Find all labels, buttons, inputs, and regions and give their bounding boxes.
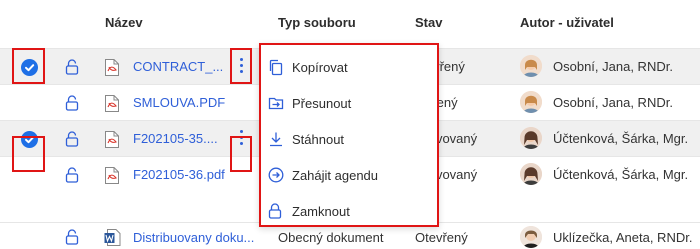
menu-item-label: Kopírovat bbox=[292, 60, 348, 75]
start-agenda-icon bbox=[268, 167, 284, 186]
file-name-link[interactable]: Distribuovany doku... bbox=[133, 230, 254, 245]
avatar bbox=[520, 91, 542, 113]
avatar bbox=[520, 163, 542, 185]
column-header-name[interactable]: Název bbox=[105, 15, 143, 30]
unlocked-icon[interactable] bbox=[65, 95, 79, 114]
highlight-box bbox=[12, 136, 45, 172]
move-icon bbox=[268, 95, 284, 114]
menu-item-label: Stáhnout bbox=[292, 132, 345, 147]
status-text: Otevřený bbox=[415, 230, 468, 245]
author-name: Účtenková, Šárka, Mgr. bbox=[553, 167, 689, 182]
word-icon bbox=[104, 228, 121, 249]
unlocked-icon[interactable] bbox=[65, 131, 79, 150]
column-header-state[interactable]: Stav bbox=[415, 15, 442, 30]
menu-item-move[interactable]: Přesunout bbox=[261, 85, 437, 121]
file-name-link[interactable]: F202105-36.pdf bbox=[133, 167, 225, 182]
author-name: Uklízečka, Aneta, RNDr. bbox=[553, 230, 693, 245]
copy-icon bbox=[268, 59, 284, 79]
menu-item-label: Přesunout bbox=[292, 96, 352, 111]
unlocked-icon[interactable] bbox=[65, 59, 79, 78]
menu-item-label: Zamknout bbox=[292, 204, 350, 219]
context-menu: Kopírovat Přesunout Stáhnout Zahájit age… bbox=[259, 43, 439, 227]
highlight-box bbox=[230, 136, 252, 172]
pdf-icon bbox=[104, 58, 120, 80]
unlocked-icon[interactable] bbox=[65, 229, 79, 248]
file-name-link[interactable]: F202105-35.... bbox=[133, 131, 218, 146]
menu-item-lock[interactable]: Zamknout bbox=[261, 193, 437, 229]
unlocked-icon[interactable] bbox=[65, 167, 79, 186]
avatar bbox=[520, 226, 542, 248]
file-name-link[interactable]: SMLOUVA.PDF bbox=[133, 95, 225, 110]
menu-item-copy[interactable]: Kopírovat bbox=[261, 49, 437, 85]
lock-icon bbox=[268, 203, 282, 222]
download-icon bbox=[268, 131, 284, 150]
column-header-type[interactable]: Typ souboru bbox=[278, 15, 356, 30]
file-type-text: Obecný dokument bbox=[278, 230, 384, 245]
menu-item-start-agenda[interactable]: Zahájit agendu bbox=[261, 157, 437, 193]
author-name: Účtenková, Šárka, Mgr. bbox=[553, 131, 689, 146]
file-name-link[interactable]: CONTRACT_... bbox=[133, 59, 223, 74]
table-header: Název Typ souboru Stav Autor - uživatel bbox=[0, 0, 700, 46]
pdf-icon bbox=[104, 94, 120, 116]
author-name: Osobní, Jana, RNDr. bbox=[553, 59, 673, 74]
avatar bbox=[520, 55, 542, 77]
author-name: Osobní, Jana, RNDr. bbox=[553, 95, 673, 110]
avatar bbox=[520, 127, 542, 149]
pdf-icon bbox=[104, 130, 120, 152]
document-list: Název Typ souboru Stav Autor - uživatel … bbox=[0, 0, 700, 249]
menu-item-download[interactable]: Stáhnout bbox=[261, 121, 437, 157]
highlight-box bbox=[12, 48, 45, 84]
menu-item-label: Zahájit agendu bbox=[292, 168, 379, 183]
pdf-icon bbox=[104, 166, 120, 188]
highlight-box bbox=[230, 48, 252, 84]
column-header-author[interactable]: Autor - uživatel bbox=[520, 15, 614, 30]
